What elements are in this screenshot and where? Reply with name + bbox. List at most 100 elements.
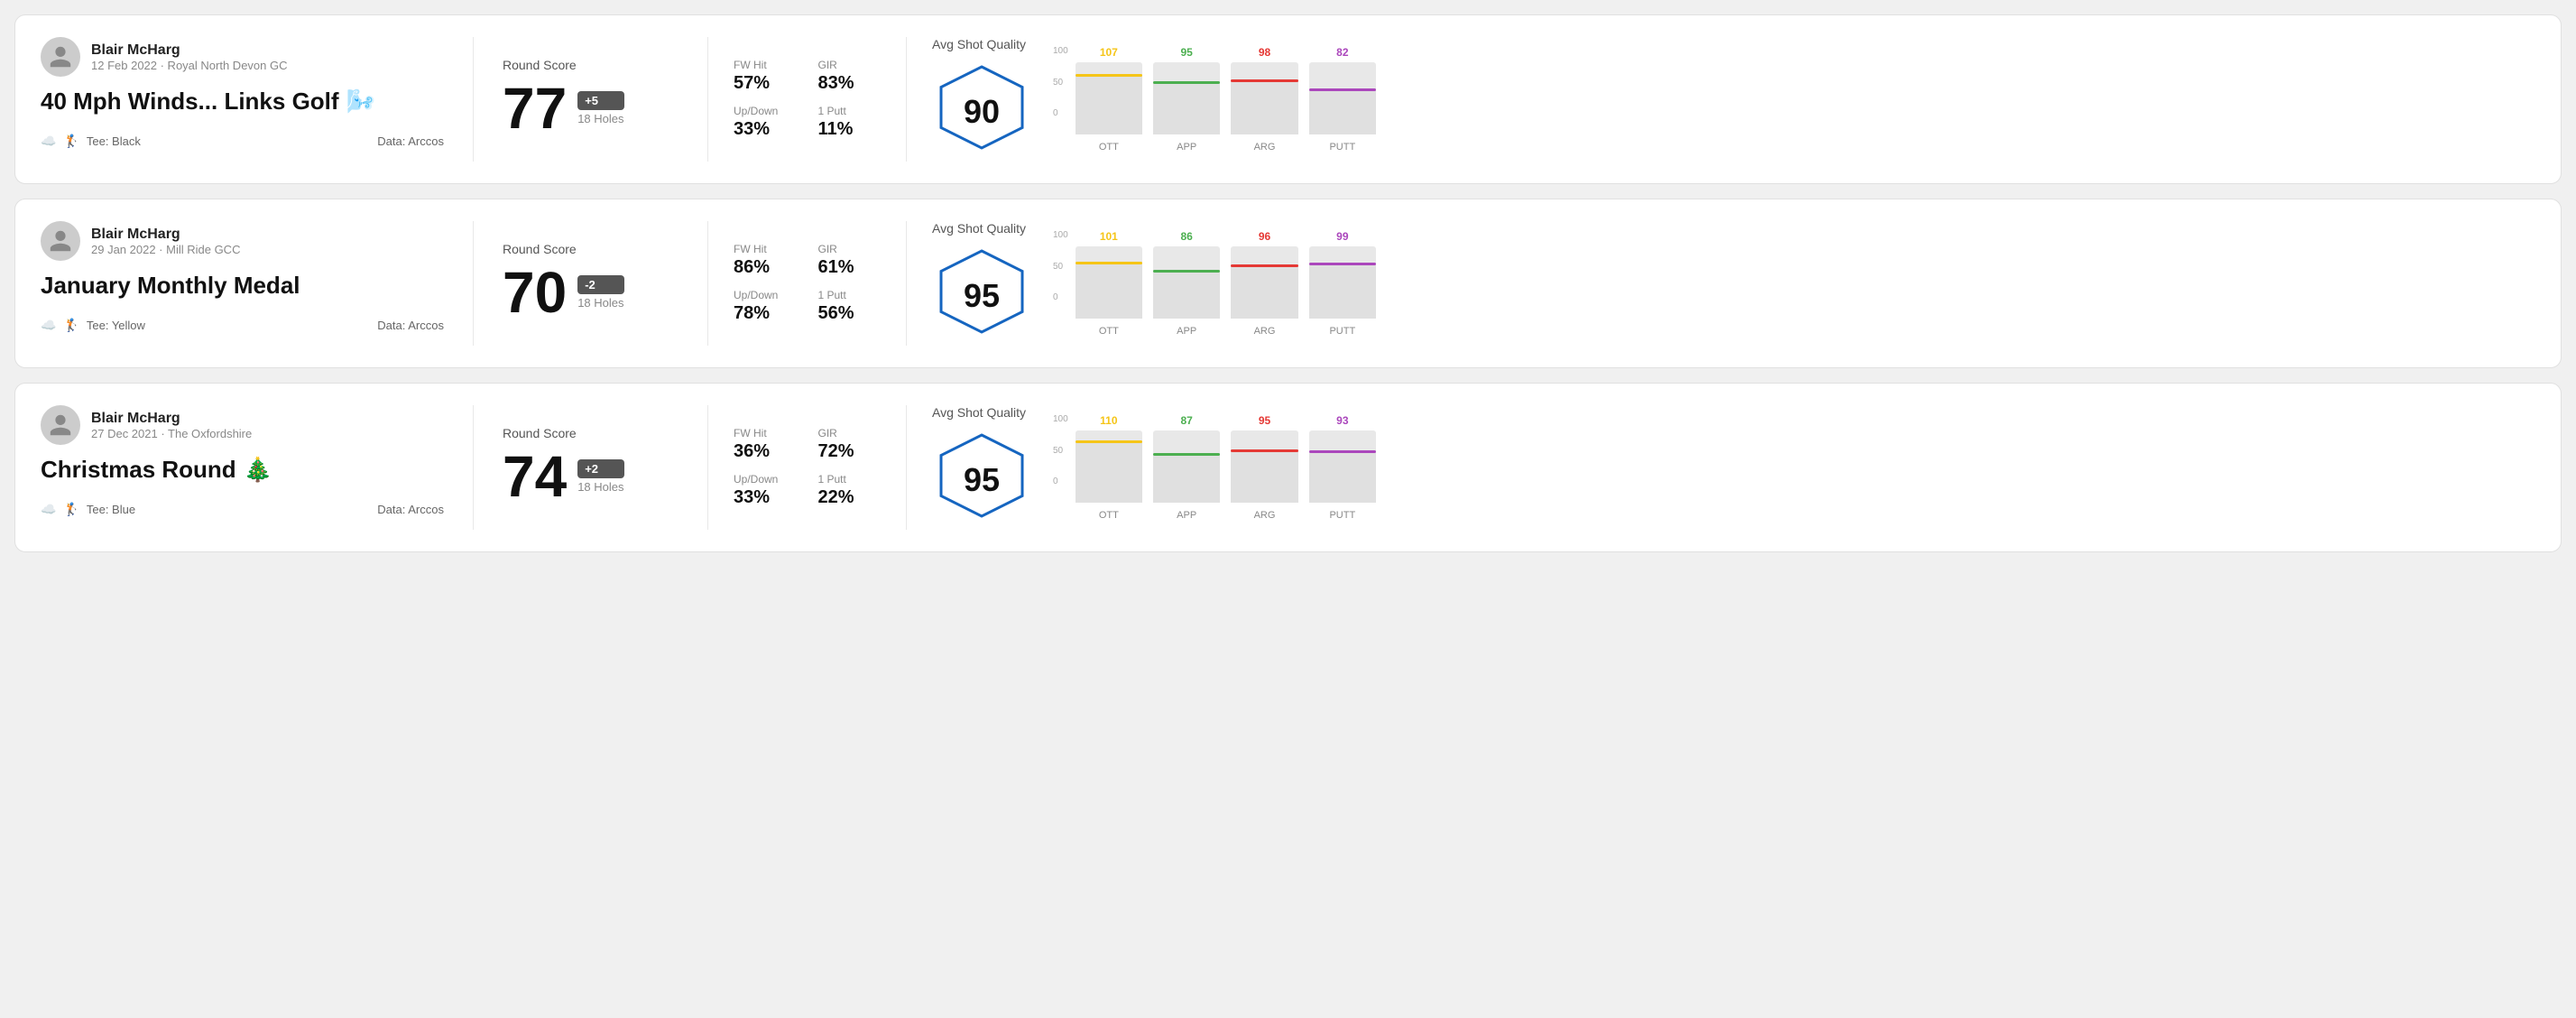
updown-stat: Up/Down 33%	[734, 473, 797, 508]
updown-label: Up/Down	[734, 289, 797, 301]
tee-label: Tee: Blue	[87, 503, 135, 516]
fw-hit-label: FW Hit	[734, 427, 797, 440]
quality-hex-area: Avg Shot Quality 95	[932, 221, 1031, 346]
gir-value: 61%	[818, 257, 882, 278]
score-badge: -2	[577, 275, 623, 294]
quality-label: Avg Shot Quality	[932, 221, 1026, 236]
round-score-section: Round Score 74 +2 18 Holes	[474, 405, 708, 530]
hex-score: 90	[964, 93, 1000, 131]
fw-hit-stat: FW Hit 86%	[734, 243, 797, 278]
avatar	[41, 405, 80, 445]
holes-label: 18 Holes	[577, 480, 623, 494]
score-row: 77 +5 18 Holes	[503, 79, 679, 137]
updown-value: 33%	[734, 487, 797, 508]
bar-col-app: 87 APP	[1153, 414, 1220, 521]
bar-col-ott: 107 OTT	[1076, 46, 1142, 153]
stats-grid: FW Hit 36% GIR 72% Up/Down 33% 1 Putt 22…	[734, 427, 881, 508]
fw-hit-value: 57%	[734, 73, 797, 94]
data-source: Data: Arccos	[377, 503, 444, 516]
bar-col-app: 86 APP	[1153, 230, 1220, 337]
updown-label: Up/Down	[734, 473, 797, 486]
round-card-round3: Blair McHarg 27 Dec 2021 · The Oxfordshi…	[14, 383, 2562, 552]
data-source: Data: Arccos	[377, 134, 444, 148]
hex-score: 95	[964, 461, 1000, 499]
fw-hit-value: 36%	[734, 441, 797, 462]
bar-col-arg: 98 ARG	[1231, 46, 1297, 153]
oneputt-label: 1 Putt	[818, 473, 882, 486]
avatar	[41, 221, 80, 261]
quality-section: Avg Shot Quality 95 100 50 0 110 OTT 87	[907, 405, 1376, 530]
round-title: January Monthly Medal	[41, 272, 444, 300]
round-score-section: Round Score 77 +5 18 Holes	[474, 37, 708, 162]
score-number: 70	[503, 264, 567, 321]
updown-value: 78%	[734, 303, 797, 324]
round-card-round2: Blair McHarg 29 Jan 2022 · Mill Ride GCC…	[14, 199, 2562, 368]
stats-grid: FW Hit 57% GIR 83% Up/Down 33% 1 Putt 11…	[734, 59, 881, 140]
oneputt-value: 56%	[818, 303, 882, 324]
user-date: 27 Dec 2021 · The Oxfordshire	[91, 427, 252, 440]
round-score-label: Round Score	[503, 426, 679, 440]
bar-col-ott: 110 OTT	[1076, 414, 1142, 521]
fw-hit-stat: FW Hit 57%	[734, 59, 797, 94]
stats-grid: FW Hit 86% GIR 61% Up/Down 78% 1 Putt 56…	[734, 243, 881, 324]
golf-icon: 🏌️	[63, 318, 78, 333]
title-emoji: 🌬️	[346, 88, 375, 116]
weather-icon: ☁️	[41, 134, 56, 149]
oneputt-label: 1 Putt	[818, 105, 882, 117]
oneputt-label: 1 Putt	[818, 289, 882, 301]
holes-label: 18 Holes	[577, 296, 623, 310]
round-card-round1: Blair McHarg 12 Feb 2022 · Royal North D…	[14, 14, 2562, 184]
bottom-meta: ☁️ 🏌️ Tee: Black Data: Arccos	[41, 134, 444, 149]
bar-col-ott: 101 OTT	[1076, 230, 1142, 337]
score-number: 77	[503, 79, 567, 137]
round-title: Christmas Round 🎄	[41, 456, 444, 484]
updown-stat: Up/Down 33%	[734, 105, 797, 140]
weather-icon: ☁️	[41, 502, 56, 517]
gir-stat: GIR 61%	[818, 243, 882, 278]
oneputt-value: 22%	[818, 487, 882, 508]
user-date: 12 Feb 2022 · Royal North Devon GC	[91, 59, 288, 72]
hexagon: 90	[932, 62, 1031, 162]
user-name: Blair McHarg	[91, 411, 252, 427]
round-score-label: Round Score	[503, 242, 679, 256]
round-score-section: Round Score 70 -2 18 Holes	[474, 221, 708, 346]
weather-icon: ☁️	[41, 318, 56, 333]
tee-info: ☁️ 🏌️ Tee: Black	[41, 134, 141, 149]
score-details: -2 18 Holes	[577, 275, 623, 310]
oneputt-value: 11%	[818, 119, 882, 140]
stats-section: FW Hit 57% GIR 83% Up/Down 33% 1 Putt 11…	[708, 37, 907, 162]
stats-section: FW Hit 86% GIR 61% Up/Down 78% 1 Putt 56…	[708, 221, 907, 346]
hex-score: 95	[964, 277, 1000, 315]
tee-label: Tee: Black	[87, 134, 141, 148]
score-badge: +5	[577, 91, 623, 110]
bar-chart: 100 50 0 101 OTT 86 APP 96 ARG	[1053, 230, 1376, 337]
bar-chart: 100 50 0 110 OTT 87 APP 95 ARG	[1053, 414, 1376, 521]
user-info: Blair McHarg 12 Feb 2022 · Royal North D…	[41, 37, 444, 77]
quality-section: Avg Shot Quality 90 100 50 0 107 OTT 95	[907, 37, 1376, 162]
gir-stat: GIR 83%	[818, 59, 882, 94]
user-info: Blair McHarg 27 Dec 2021 · The Oxfordshi…	[41, 405, 444, 445]
stats-section: FW Hit 36% GIR 72% Up/Down 33% 1 Putt 22…	[708, 405, 907, 530]
user-name: Blair McHarg	[91, 42, 288, 59]
gir-stat: GIR 72%	[818, 427, 882, 462]
user-meta: Blair McHarg 29 Jan 2022 · Mill Ride GCC	[91, 227, 240, 256]
hexagon: 95	[932, 246, 1031, 346]
avatar	[41, 37, 80, 77]
tee-info: ☁️ 🏌️ Tee: Yellow	[41, 318, 145, 333]
fw-hit-label: FW Hit	[734, 243, 797, 255]
round-left-section: Blair McHarg 27 Dec 2021 · The Oxfordshi…	[41, 405, 474, 530]
score-badge: +2	[577, 459, 623, 478]
user-info: Blair McHarg 29 Jan 2022 · Mill Ride GCC	[41, 221, 444, 261]
user-date: 29 Jan 2022 · Mill Ride GCC	[91, 243, 240, 256]
bar-col-putt: 99 PUTT	[1309, 230, 1376, 337]
golf-icon: 🏌️	[63, 502, 78, 517]
bar-col-app: 95 APP	[1153, 46, 1220, 153]
golf-icon: 🏌️	[63, 134, 78, 149]
fw-hit-label: FW Hit	[734, 59, 797, 71]
user-name: Blair McHarg	[91, 227, 240, 243]
quality-hex-area: Avg Shot Quality 95	[932, 405, 1031, 530]
round-left-section: Blair McHarg 12 Feb 2022 · Royal North D…	[41, 37, 474, 162]
hexagon: 95	[932, 430, 1031, 530]
bar-col-arg: 96 ARG	[1231, 230, 1297, 337]
user-meta: Blair McHarg 12 Feb 2022 · Royal North D…	[91, 42, 288, 72]
